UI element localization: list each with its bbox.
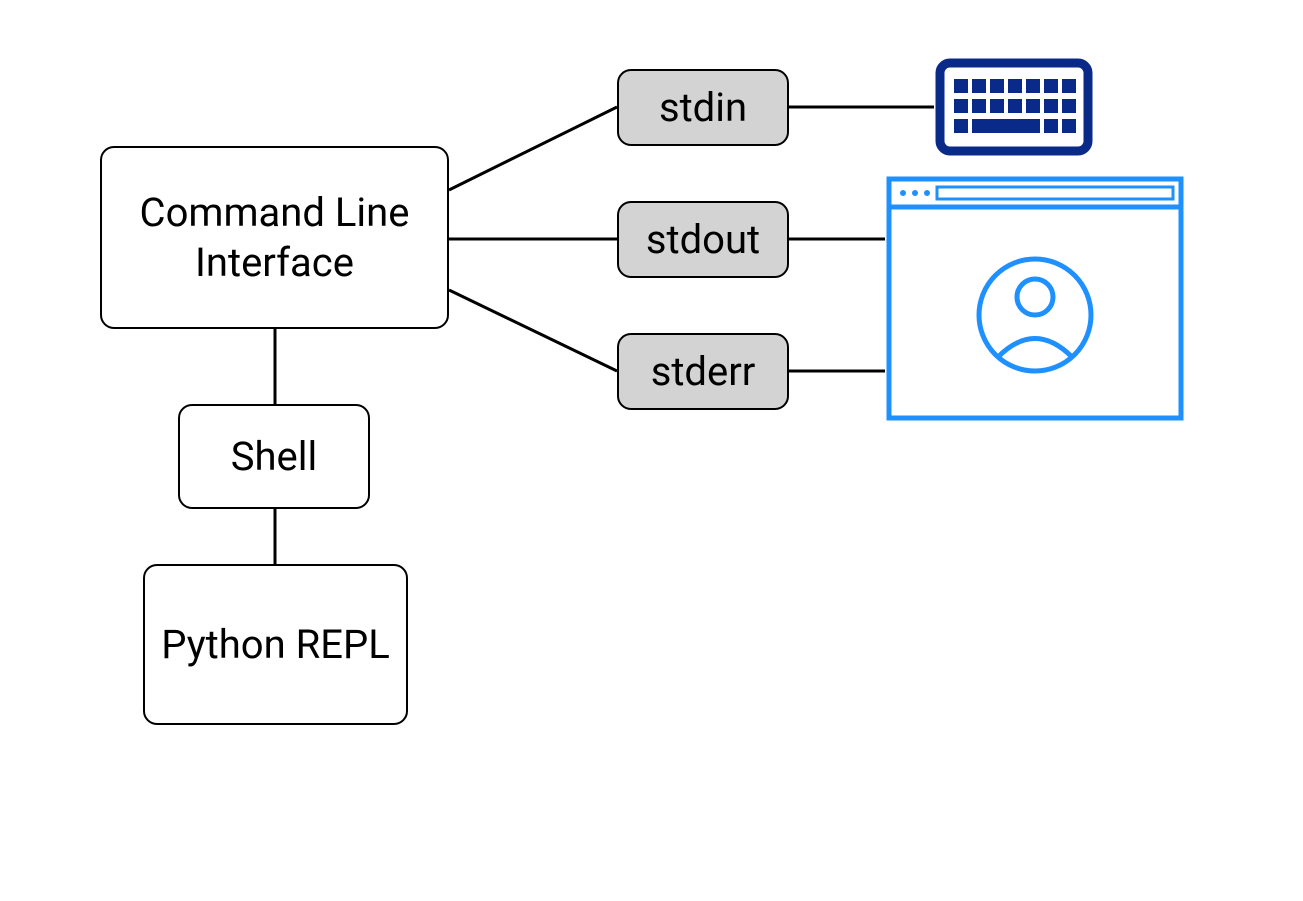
- node-cli-label: Command Line Interface: [102, 188, 447, 288]
- node-stdin-label: stdin: [659, 83, 747, 133]
- node-cli: Command Line Interface: [100, 146, 449, 329]
- keyboard-icon: [934, 57, 1094, 157]
- node-shell-label: Shell: [231, 432, 317, 482]
- node-stdout: stdout: [617, 201, 789, 278]
- node-repl-label: Python REPL: [161, 620, 390, 670]
- node-shell: Shell: [178, 404, 370, 509]
- node-stderr-label: stderr: [651, 347, 756, 397]
- node-repl: Python REPL: [143, 564, 408, 725]
- node-stderr: stderr: [617, 333, 789, 410]
- cli-stdio-diagram: Command Line Interface Shell Python REPL…: [0, 0, 1303, 901]
- user-window-icon: [885, 175, 1185, 422]
- node-stdout-label: stdout: [646, 215, 760, 265]
- node-stdin: stdin: [617, 69, 789, 146]
